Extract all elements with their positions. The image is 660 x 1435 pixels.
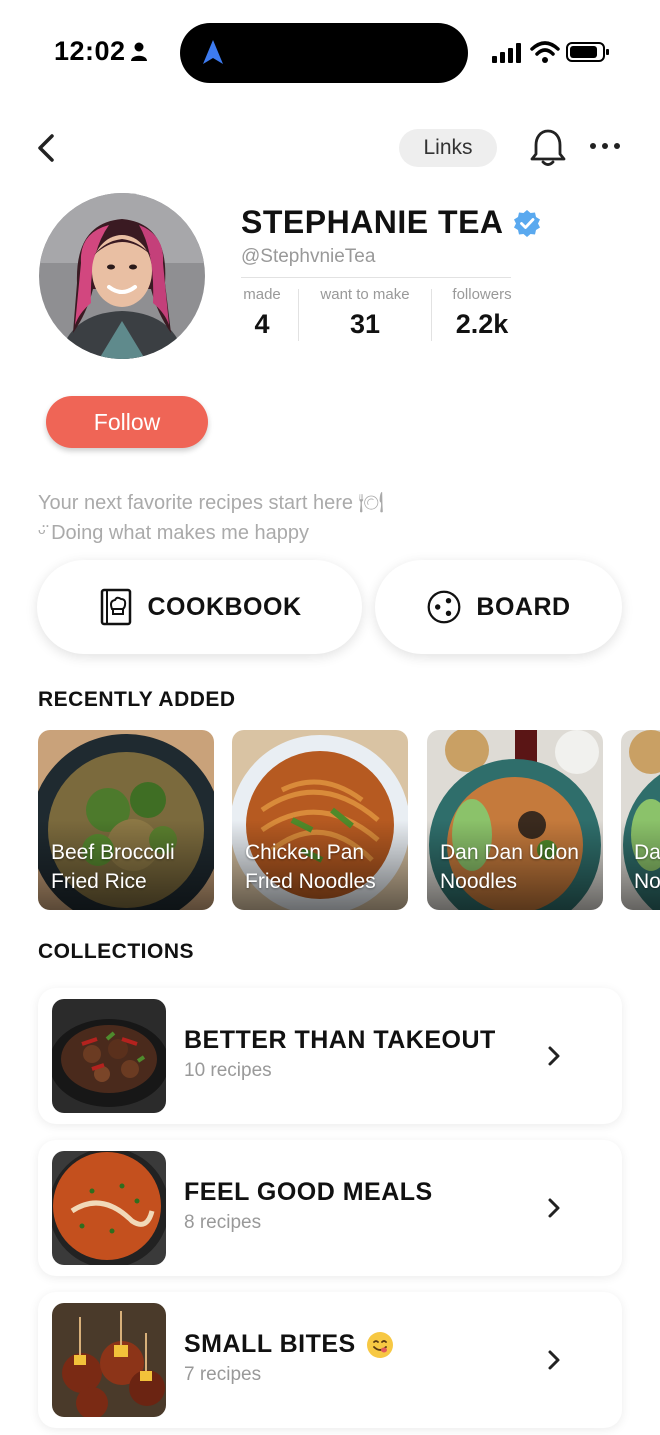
divider — [298, 289, 299, 341]
wifi-icon — [530, 41, 560, 63]
avatar — [39, 193, 205, 359]
recipe-title-line: Chicken Pan — [245, 841, 365, 864]
profile-handle: @StephvnieTea — [241, 246, 376, 267]
yum-face-emoji-icon — [366, 1331, 393, 1358]
navigation-arrow-icon — [203, 40, 223, 64]
recipe-title: Beef Broccoli Fried Rice — [51, 838, 211, 896]
follow-button[interactable]: Follow — [46, 396, 208, 448]
profile-name: STEPHANIE TEA — [241, 204, 504, 240]
chevron-right-icon — [548, 1350, 560, 1370]
links-button[interactable]: Links — [399, 129, 497, 167]
collection-title-text: BETTER THAN TAKEOUT — [184, 1026, 496, 1054]
board-button[interactable]: BOARD — [375, 560, 622, 654]
collection-count: 10 recipes — [184, 1060, 272, 1081]
recipe-card[interactable]: Da No — [621, 730, 660, 910]
collection-card[interactable]: BETTER THAN TAKEOUT 10 recipes — [38, 988, 622, 1124]
chevron-right-icon — [548, 1046, 560, 1066]
recently-added-carousel[interactable]: Beef Broccoli Fried Rice Chicken Pan Fri… — [38, 730, 660, 910]
collection-title-text: FEEL GOOD MEALS — [184, 1178, 433, 1206]
recipe-title-line: Fried Rice — [51, 870, 147, 893]
cellular-signal-icon — [492, 43, 521, 63]
status-time: 12:02 — [54, 36, 126, 66]
collection-title: SMALL BITES — [184, 1330, 394, 1359]
cookbook-label: COOKBOOK — [147, 592, 302, 621]
dynamic-island — [180, 23, 468, 83]
verified-badge-icon — [513, 209, 540, 237]
recipe-title: Chicken Pan Fried Noodles — [245, 838, 405, 896]
recipe-title-line: Dan Dan Udon — [440, 841, 579, 864]
stat-label: followers — [452, 286, 512, 303]
recipe-title-line: Fried Noodles — [245, 870, 376, 893]
board-icon — [427, 590, 461, 624]
divider — [431, 289, 432, 341]
profile-name-row: STEPHANIE TEA — [241, 204, 542, 241]
recipe-title: Dan Dan Udon Noodles — [440, 838, 600, 896]
recipe-title-line: Beef Broccoli — [51, 841, 175, 864]
collections-title: COLLECTIONS — [38, 940, 194, 963]
profile-bio: Your next favorite recipes start here 🍽 … — [38, 488, 384, 548]
stat-made[interactable]: made 4 — [241, 286, 283, 340]
collection-title-text: SMALL BITES — [184, 1330, 356, 1358]
recipe-title-line: No — [634, 870, 660, 893]
collection-card[interactable]: SMALL BITES 7 recipes — [38, 1292, 622, 1428]
recipe-card[interactable]: Chicken Pan Fried Noodles — [232, 730, 408, 910]
person-icon — [131, 42, 147, 61]
collection-thumbnail — [52, 999, 166, 1113]
more-options-icon[interactable] — [587, 137, 623, 155]
stat-label: want to make — [320, 286, 410, 303]
stat-want-to-make[interactable]: want to make 31 — [312, 286, 418, 340]
stat-followers[interactable]: followers 2.2k — [446, 286, 518, 340]
status-bar: 12:02 — [0, 0, 660, 100]
collection-count: 8 recipes — [184, 1212, 262, 1233]
collection-thumbnail — [52, 1151, 166, 1265]
recipe-title-line: Da — [634, 841, 660, 864]
notification-bell-icon[interactable] — [527, 127, 569, 169]
stat-value: 2.2k — [455, 309, 509, 339]
recently-added-title: RECENTLY ADDED — [38, 688, 236, 711]
stat-value: 31 — [349, 309, 381, 339]
cookbook-button[interactable]: COOKBOOK — [37, 560, 362, 654]
chevron-right-icon — [548, 1198, 560, 1218]
board-label: BOARD — [476, 592, 571, 621]
collection-count: 7 recipes — [184, 1364, 262, 1385]
collection-title: BETTER THAN TAKEOUT — [184, 1026, 496, 1055]
divider — [241, 277, 511, 278]
collection-card[interactable]: FEEL GOOD MEALS 8 recipes — [38, 1140, 622, 1276]
stat-value: 4 — [254, 309, 270, 339]
collection-thumbnail — [52, 1303, 166, 1417]
collection-title: FEEL GOOD MEALS — [184, 1178, 433, 1207]
recipe-card[interactable]: Dan Dan Udon Noodles — [427, 730, 603, 910]
recipe-card[interactable]: Beef Broccoli Fried Rice — [38, 730, 214, 910]
recipe-title-line: Noodles — [440, 870, 518, 893]
recipe-title: Da No — [634, 838, 660, 896]
stat-label: made — [243, 286, 281, 303]
back-arrow-icon[interactable] — [30, 128, 66, 168]
bio-line: ᵕ̈ Doing what makes me happy — [38, 522, 310, 544]
bio-line: Your next favorite recipes start here 🍽 — [38, 492, 384, 514]
cookbook-icon — [100, 588, 131, 626]
battery-icon — [566, 42, 609, 62]
